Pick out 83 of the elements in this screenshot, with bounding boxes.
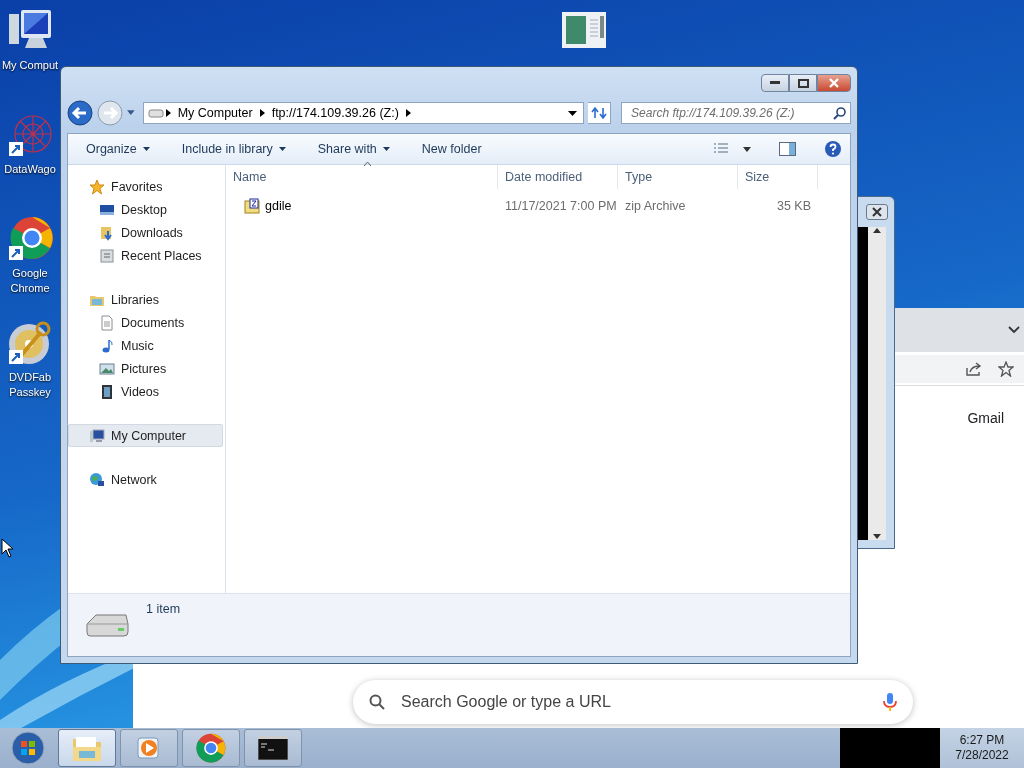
nav-item[interactable]: Documents <box>68 311 223 334</box>
drive-icon <box>147 108 164 118</box>
zip-file-icon <box>244 198 260 214</box>
close-button[interactable] <box>866 204 888 220</box>
window-icon[interactable] <box>562 12 606 48</box>
preview-pane-icon[interactable] <box>779 142 796 156</box>
desktop-icon-label[interactable]: My Comput <box>1 58 59 73</box>
nav-item[interactable]: Network <box>68 468 223 491</box>
console-icon <box>258 736 288 760</box>
desktop-icon-label[interactable]: Google Chrome <box>1 266 59 296</box>
nav-item[interactable]: My Computer <box>68 424 223 447</box>
drive-icon <box>84 612 130 638</box>
breadcrumb[interactable]: ftp://174.109.39.26 (Z:) <box>266 106 404 120</box>
close-icon <box>828 78 840 88</box>
chrome-icon[interactable] <box>7 216 53 262</box>
search-bar[interactable]: Search ftp://174.109.39.26 (Z:) <box>621 102 851 124</box>
close-button[interactable] <box>817 74 851 92</box>
column-header[interactable]: Type <box>618 165 738 189</box>
chevron-down-icon[interactable] <box>1008 326 1020 334</box>
scroll-up-icon[interactable] <box>873 227 881 233</box>
nav-icon <box>89 178 105 195</box>
refresh-button[interactable] <box>588 102 612 124</box>
maximize-icon <box>797 78 809 88</box>
dropdown-icon[interactable] <box>743 146 751 152</box>
toolbar-button[interactable]: New folder <box>413 142 490 156</box>
minimize-icon <box>770 81 780 85</box>
address-bar[interactable]: My Computer ftp://174.109.39.26 (Z:) <box>142 102 585 124</box>
desktop-icon-label[interactable]: DVDFab Passkey <box>1 370 59 400</box>
clock-time[interactable]: 6:27 PM <box>959 733 1005 748</box>
nav-icon <box>99 247 115 264</box>
nav-item[interactable]: Libraries <box>68 288 223 311</box>
item-count: 1 item <box>146 602 181 616</box>
search-bar[interactable]: Search Google or type a URL <box>353 680 913 724</box>
column-header[interactable]: Name <box>226 165 498 189</box>
nav-item[interactable]: Desktop <box>68 198 223 221</box>
arrow-right-icon[interactable] <box>259 109 265 117</box>
microphone-icon[interactable] <box>883 692 897 712</box>
star-icon[interactable] <box>998 360 1014 377</box>
arrow-right-icon[interactable] <box>405 109 411 117</box>
toolbar-button[interactable]: Include in library <box>173 142 294 156</box>
toolbar-button[interactable]: Organize <box>78 142 158 156</box>
gmail-link[interactable]: Gmail <box>967 410 1004 426</box>
maximize-button[interactable] <box>789 74 817 92</box>
taskbar-button[interactable] <box>244 729 302 767</box>
scrollbar[interactable] <box>868 227 886 540</box>
cursor-icon <box>1 538 15 558</box>
share-icon[interactable] <box>965 360 982 377</box>
nav-icon <box>99 224 115 241</box>
arrow-right-icon[interactable] <box>165 109 171 117</box>
chrome-icon <box>196 733 226 763</box>
nav-icon <box>89 471 105 488</box>
disc-key-icon[interactable] <box>7 320 53 366</box>
close-icon <box>871 207 883 217</box>
nav-icon <box>89 427 105 444</box>
column-header[interactable]: Size <box>738 165 818 189</box>
nav-item[interactable]: Downloads <box>68 221 223 244</box>
nav-item[interactable]: Recent Places <box>68 244 223 267</box>
search-icon <box>369 694 385 710</box>
clock-date[interactable]: 7/28/2022 <box>955 748 1009 763</box>
file-name[interactable]: gdile <box>265 199 292 213</box>
table-cell-text: 11/17/2021 7:00 PM <box>504 199 618 213</box>
minimize-button[interactable] <box>761 74 789 92</box>
nav-item[interactable]: Videos <box>68 380 223 403</box>
nav-item[interactable]: Favorites <box>68 175 223 198</box>
toolbar-button[interactable]: Share with <box>309 142 398 156</box>
column-header[interactable]: Date modified <box>498 165 618 189</box>
breadcrumb[interactable]: My Computer <box>172 106 258 120</box>
nav-icon <box>99 360 115 377</box>
back-button[interactable] <box>67 100 93 126</box>
search-icon <box>833 106 846 120</box>
desktop-icon-label[interactable]: DataWago <box>4 162 56 177</box>
table-cell-text: 35 KB <box>775 199 812 213</box>
table-cell-text: zip Archive <box>624 199 687 213</box>
nav-item[interactable]: Pictures <box>68 357 223 380</box>
scroll-down-icon[interactable] <box>873 534 881 540</box>
help-icon[interactable] <box>824 140 842 158</box>
sort-caret-icon <box>364 162 371 166</box>
network-art-icon[interactable] <box>7 112 53 158</box>
nav-item[interactable]: Music <box>68 334 223 357</box>
nav-icon <box>99 383 115 400</box>
nav-icon <box>99 314 115 331</box>
dropdown-icon[interactable] <box>568 110 578 116</box>
clock-panel[interactable]: 6:27 PM 7/28/2022 <box>940 728 1024 768</box>
